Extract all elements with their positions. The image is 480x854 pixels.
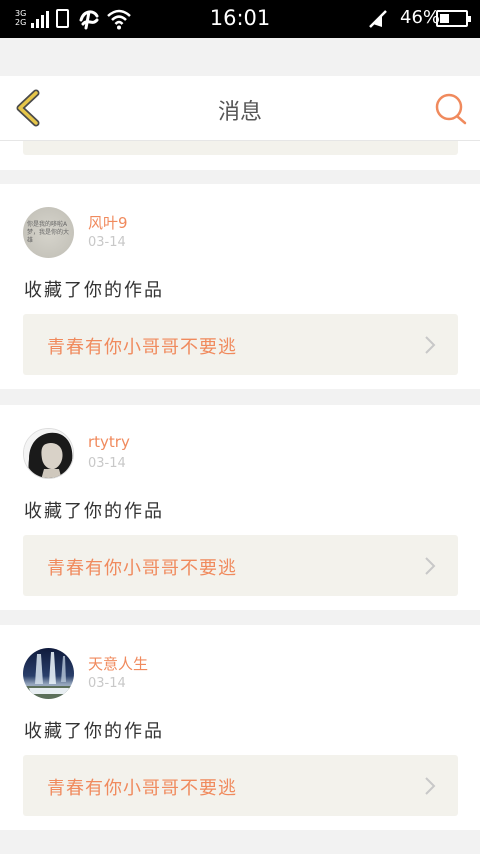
chevron-right-icon: [425, 557, 436, 575]
work-title: 青春有你小哥哥不要逃: [47, 778, 237, 799]
chevron-right-icon: [425, 777, 436, 795]
status-bar: 3G 2G 16:01 46%: [0, 0, 480, 38]
page-title: 消息: [217, 100, 262, 125]
work-title: 青春有你小哥哥不要逃: [47, 337, 237, 358]
message-date: 03-14: [88, 676, 126, 691]
work-title: 青春有你小哥哥不要逃: [47, 558, 237, 579]
avatar-waterfall-icon: [23, 652, 74, 699]
message-action-text: 收藏了你的作品: [24, 501, 164, 522]
message-action-text: 收藏了你的作品: [24, 280, 164, 301]
battery-icon: [436, 10, 471, 27]
user-name[interactable]: rtytry: [88, 433, 130, 451]
work-link[interactable]: 青春有你小哥哥不要逃: [23, 755, 458, 816]
avatar-portrait-icon: [24, 429, 73, 478]
message-date: 03-14: [88, 235, 126, 250]
message-date: 03-14: [88, 456, 126, 471]
battery-percent: 46%: [400, 7, 441, 28]
mute-icon: [369, 10, 387, 28]
user-name[interactable]: 天意人生: [88, 653, 148, 674]
avatar[interactable]: [23, 648, 74, 699]
message-card: 你是我的哆啦A梦，我是你的大雄 风叶9 03-14 收藏了你的作品 青春有你小哥…: [0, 184, 480, 389]
message-card: 天意人生 03-14 收藏了你的作品 青春有你小哥哥不要逃: [0, 625, 480, 830]
header-bar: 消息: [0, 76, 480, 141]
message-card: rtytry 03-14 收藏了你的作品 青春有你小哥哥不要逃: [0, 405, 480, 610]
avatar-text: 你是我的哆啦A梦，我是你的大雄: [27, 221, 70, 244]
work-link[interactable]: 青春有你小哥哥不要逃: [23, 314, 458, 375]
message-list[interactable]: 你是我的哆啦A梦，我是你的大雄 风叶9 03-14 收藏了你的作品 青春有你小哥…: [0, 141, 480, 854]
chevron-right-icon: [425, 336, 436, 354]
work-link[interactable]: 青春有你小哥哥不要逃: [23, 535, 458, 596]
search-icon[interactable]: [434, 92, 468, 126]
previous-message-card-tail: [0, 141, 480, 170]
previous-work-link-tail[interactable]: [23, 141, 458, 155]
battery-level-fill: [440, 14, 449, 23]
avatar[interactable]: 你是我的哆啦A梦，我是你的大雄: [23, 207, 74, 258]
user-name[interactable]: 风叶9: [88, 212, 128, 233]
avatar[interactable]: [23, 428, 74, 479]
message-action-text: 收藏了你的作品: [24, 721, 164, 742]
